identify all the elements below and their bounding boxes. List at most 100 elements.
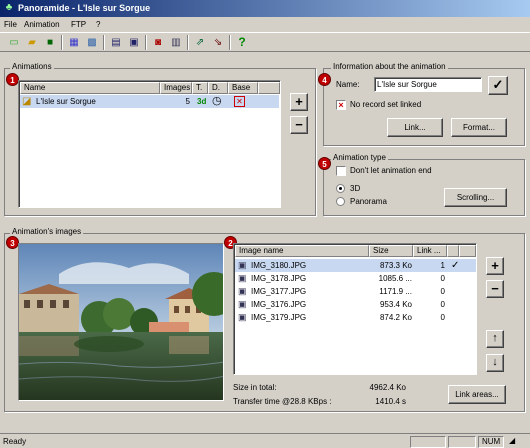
radio-3d-label: 3D: [350, 184, 361, 193]
image-size: 953.4 Ko: [379, 300, 412, 309]
status-bar: Ready NUM ◢: [0, 433, 530, 448]
image-name: IMG_3178.JPG: [251, 274, 307, 283]
animation-type-group-label: Animation type: [331, 153, 388, 163]
status-panel-2: [448, 436, 476, 448]
image-file-icon: ▣: [238, 299, 247, 309]
column-header-duration[interactable]: D.: [208, 82, 228, 94]
size-total-label: Size in total:: [233, 383, 277, 392]
menu-animation[interactable]: Animation: [24, 17, 60, 32]
save-icon[interactable]: ■: [42, 35, 58, 50]
image-file-icon: ▣: [238, 312, 247, 322]
scrolling-button[interactable]: Scrolling...: [444, 188, 507, 207]
status-panel-1: [410, 436, 446, 448]
checkmark-icon: ✓: [451, 260, 460, 271]
image-name: IMG_3179.JPG: [251, 313, 307, 322]
move-down-button[interactable]: ↓: [486, 354, 504, 372]
table-row[interactable]: ▣ IMG_3179.JPG 874.2 Ko 0: [235, 311, 476, 324]
toolbar: ▭ ▰ ■ ▦ ▩ ▤ ▣ ◙ ▥ ⇗ ⇘ ?: [0, 32, 530, 52]
dont-let-end-label: Don't let animation end: [350, 166, 432, 175]
animation-images: 5: [185, 97, 190, 106]
move-up-button[interactable]: ↑: [486, 330, 504, 348]
transfer-time-label: Transfer time @28.8 KBps :: [233, 397, 332, 406]
image-link: 0: [440, 300, 445, 309]
name-label: Name:: [336, 80, 360, 89]
open-icon[interactable]: ▰: [24, 35, 40, 50]
remove-image-button[interactable]: −: [486, 280, 504, 298]
remove-animation-button[interactable]: −: [290, 116, 308, 134]
import-icon[interactable]: ⇘: [210, 35, 226, 50]
column-header-base[interactable]: Base: [228, 82, 258, 94]
add-image-button[interactable]: +: [486, 257, 504, 275]
window-title: Panoramide - L'Isle sur Sorgue: [18, 3, 151, 13]
preview-photo: [19, 244, 223, 400]
column-header-size[interactable]: Size: [369, 245, 413, 257]
image-link: 0: [440, 313, 445, 322]
animation-type: 3d: [197, 97, 207, 106]
animation-type-badge: 5: [318, 157, 331, 170]
toolbar-separator: [103, 35, 105, 50]
film-icon[interactable]: ▥: [168, 35, 184, 50]
folder-icon: ◪: [22, 96, 32, 107]
map-icon[interactable]: ▩: [84, 35, 100, 50]
menu-help[interactable]: ?: [96, 17, 100, 32]
column-header-type[interactable]: T.: [192, 82, 208, 94]
radio-panorama-label: Panorama: [350, 197, 387, 206]
radio-panorama[interactable]: [336, 197, 345, 206]
menu-file[interactable]: File: [4, 17, 17, 32]
new-icon[interactable]: ▭: [6, 35, 22, 50]
animations-group-label: Animations: [10, 62, 54, 72]
animation-name: L'Isle sur Sorgue: [36, 97, 96, 106]
window-icon[interactable]: ▣: [126, 35, 142, 50]
image-size: 874.2 Ko: [379, 313, 412, 322]
radio-3d[interactable]: [336, 184, 345, 193]
transfer-time-value: 1410.4 s: [375, 397, 406, 406]
column-header-check: [447, 245, 459, 257]
animations-list[interactable]: Name Images T. D. Base ◪ L'Isle sur Sorg…: [18, 80, 281, 208]
no-record-label: No record set linked: [350, 100, 422, 109]
title-bar: ♣ Panoramide - L'Isle sur Sorgue: [0, 0, 530, 17]
info-group-label: Information about the animation: [331, 62, 448, 72]
ok-checkmark-button[interactable]: ✓: [488, 76, 508, 95]
export-icon[interactable]: ⇗: [192, 35, 208, 50]
column-header-images[interactable]: Images: [160, 82, 192, 94]
add-animation-button[interactable]: +: [290, 93, 308, 111]
column-header-blank: [459, 245, 476, 257]
app-icon: ♣: [5, 2, 13, 13]
image-list[interactable]: Image name Size Link ... ▣ IMG_3180.JPG …: [233, 243, 477, 375]
clock-icon: ◷: [212, 95, 222, 107]
image-size: 1171.9 ...: [379, 287, 412, 296]
camera-icon[interactable]: ◙: [150, 35, 166, 50]
list-icon[interactable]: ▤: [108, 35, 124, 50]
toolbar-separator: [187, 35, 189, 50]
image-name: IMG_3180.JPG: [251, 261, 307, 270]
help-icon[interactable]: ?: [234, 35, 250, 50]
table-row[interactable]: ▣ IMG_3176.JPG 953.4 Ko 0: [235, 298, 476, 311]
column-header-image-name[interactable]: Image name: [235, 245, 369, 257]
toolbar-separator: [145, 35, 147, 50]
table-row[interactable]: ▣ IMG_3177.JPG 1171.9 ... 0: [235, 285, 476, 298]
images-group-label: Animation's images: [10, 227, 84, 237]
menu-bar: File Animation FTP ?: [0, 17, 530, 32]
table-row[interactable]: ◪ L'Isle sur Sorgue 5 3d ◷ ✕: [20, 95, 279, 108]
toolbar-separator: [229, 35, 231, 50]
info-badge: 4: [318, 73, 331, 86]
table-row[interactable]: ▣ IMG_3178.JPG 1085.6 ... 0: [235, 272, 476, 285]
image-file-icon: ▣: [238, 260, 247, 270]
base-x-icon[interactable]: ✕: [234, 96, 245, 107]
column-header-name[interactable]: Name: [20, 82, 160, 94]
table-row[interactable]: ▣ IMG_3180.JPG 873.3 Ko 1 ✓: [235, 259, 476, 272]
image-name: IMG_3177.JPG: [251, 287, 307, 296]
name-input[interactable]: [374, 77, 482, 92]
menu-ftp[interactable]: FTP: [71, 17, 86, 32]
format-button[interactable]: Format...: [451, 118, 507, 137]
toolbar-separator: [61, 35, 63, 50]
image-file-icon: ▣: [238, 286, 247, 296]
resize-grip-icon[interactable]: ◢: [506, 436, 527, 448]
link-areas-button[interactable]: Link areas...: [448, 385, 506, 404]
image-preview: [18, 243, 224, 401]
image-link: 1: [440, 261, 445, 270]
grid-icon[interactable]: ▦: [66, 35, 82, 50]
link-button[interactable]: Link...: [387, 118, 443, 137]
column-header-link[interactable]: Link ...: [413, 245, 447, 257]
dont-let-end-checkbox[interactable]: [336, 166, 346, 176]
